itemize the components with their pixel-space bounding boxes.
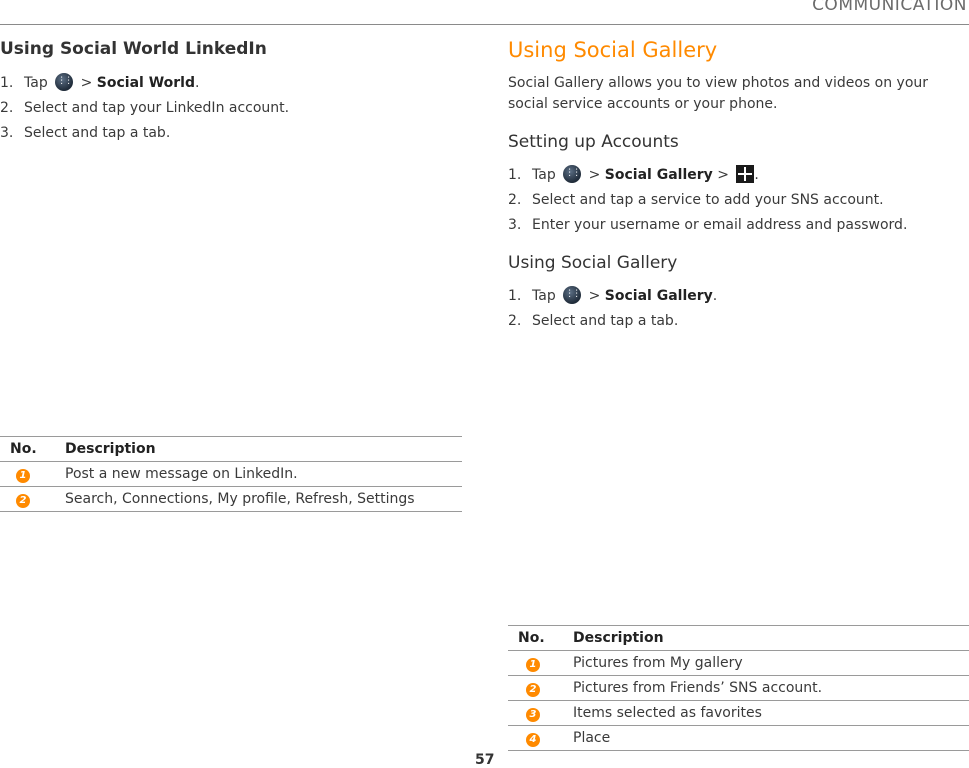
step-text: Select and tap a tab.	[24, 125, 171, 141]
step-text: Select and tap your LinkedIn account.	[24, 100, 290, 116]
table-cell-description: Post a new message on LinkedIn.	[65, 466, 298, 482]
apps-icon	[563, 282, 582, 307]
step-text: Tap	[24, 75, 48, 91]
column-header-no: No.	[10, 441, 37, 457]
page-title: Using Social Gallery	[508, 38, 718, 62]
step-bold: Social World	[96, 75, 196, 91]
step-end: .	[754, 167, 759, 183]
table-cell-description: Pictures from Friends’ SNS account.	[573, 680, 823, 696]
number-badge: 4	[526, 732, 540, 747]
step-text: Tap	[532, 288, 556, 304]
table-row: 1 Post a new message on LinkedIn.	[0, 462, 462, 487]
linkedin-heading: Using Social World LinkedIn	[0, 39, 267, 59]
number-badge: 3	[526, 707, 540, 722]
table-cell-description: Place	[573, 730, 611, 746]
step-number: 1.	[0, 75, 14, 91]
table-row: 1 Pictures from My gallery	[508, 651, 969, 676]
table-row: 2 Pictures from Friends’ SNS account.	[508, 676, 969, 701]
column-header-description: Description	[573, 630, 664, 646]
table-row: 2 Search, Connections, My profile, Refre…	[0, 487, 462, 512]
using-heading: Using Social Gallery	[508, 253, 678, 273]
intro-paragraph: Social Gallery allows you to view photos…	[508, 75, 929, 112]
page-number: 57	[475, 752, 495, 768]
table-cell-description: Items selected as favorites	[573, 705, 762, 721]
step-bold: Social Gallery	[604, 167, 713, 183]
table-row: 3 Items selected as favorites	[508, 701, 969, 726]
step-number: 3.	[0, 125, 14, 141]
step-text: Select and tap a tab.	[532, 313, 679, 329]
table-header-row: No. Description	[508, 625, 969, 651]
step-end: .	[712, 288, 718, 304]
step-text: Select and tap a service to add your SNS…	[532, 192, 884, 208]
separator: >	[588, 288, 601, 304]
step-bold: Social Gallery	[604, 288, 713, 304]
number-badge: 1	[16, 468, 30, 483]
column-header-no: No.	[518, 630, 545, 646]
step-number: 2.	[508, 313, 522, 329]
header-divider	[0, 24, 969, 25]
step-number: 2.	[0, 100, 14, 116]
step-text: Enter your username or email address and…	[532, 217, 908, 233]
linkedin-description-table: No. Description 1 Post a new message on …	[0, 436, 462, 512]
apps-icon	[563, 161, 582, 186]
number-badge: 2	[526, 682, 540, 697]
table-cell-description: Search, Connections, My profile, Refresh…	[65, 491, 415, 507]
step-text: Tap	[532, 167, 556, 183]
table-header-row: No. Description	[0, 436, 462, 462]
number-badge: 1	[526, 657, 540, 672]
separator: >	[588, 167, 601, 183]
step-number: 2.	[508, 192, 522, 208]
step-number: 1.	[508, 288, 522, 304]
apps-icon	[55, 69, 74, 94]
setup-heading: Setting up Accounts	[508, 132, 679, 152]
step-end: .	[195, 75, 200, 91]
section-label: COMMUNICATION	[812, 0, 967, 15]
gallery-description-table: No. Description 1 Pictures from My galle…	[508, 625, 969, 751]
number-badge: 2	[16, 493, 30, 508]
table-row: 4 Place	[508, 726, 969, 751]
add-icon	[736, 165, 755, 183]
separator: >	[717, 167, 729, 183]
column-header-description: Description	[65, 441, 156, 457]
step-number: 1.	[508, 167, 522, 183]
table-cell-description: Pictures from My gallery	[573, 655, 743, 671]
step-number: 3.	[508, 217, 522, 233]
separator: >	[80, 75, 93, 91]
